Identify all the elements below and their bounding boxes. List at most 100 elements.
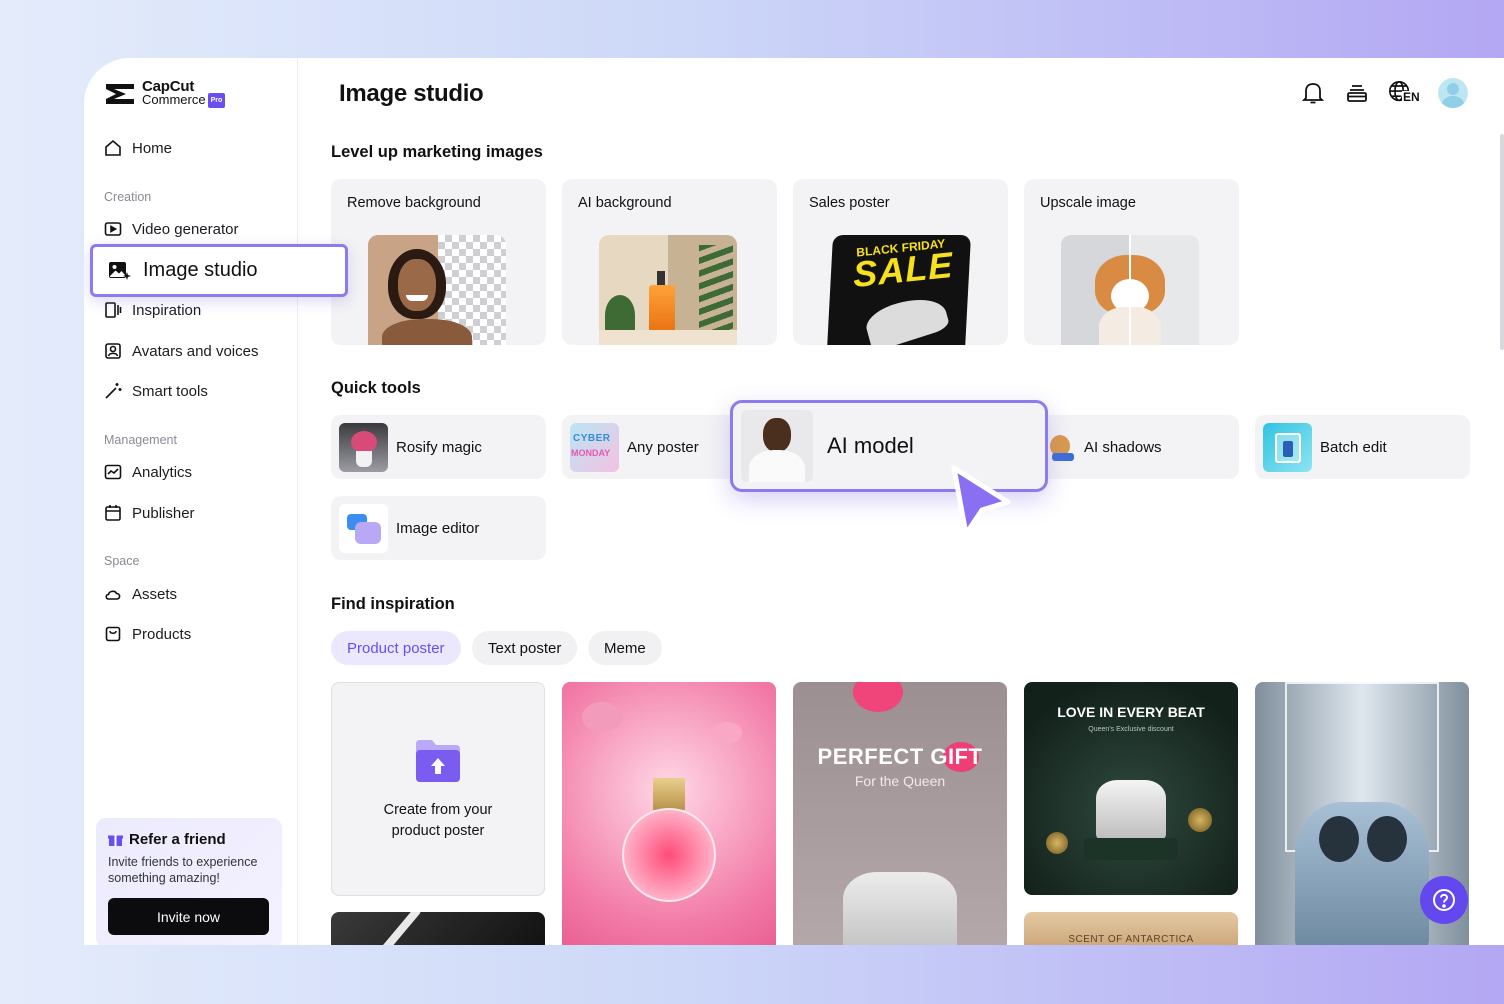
rose-petal-1: [853, 682, 903, 712]
cloud-icon: [105, 590, 121, 600]
bottle-shape: [1283, 440, 1293, 457]
sidebar-item-label: Avatars and voices: [132, 342, 259, 360]
card-label: AI background: [578, 195, 672, 211]
sidebar-item-label: Products: [132, 625, 192, 643]
calendar-icon: [105, 505, 121, 521]
upscale-image-card[interactable]: Upscale image: [1024, 179, 1239, 345]
capcut-logo-icon: [106, 84, 134, 104]
tool-label: Any poster: [627, 438, 699, 456]
quick-tools-title: Quick tools: [331, 379, 421, 397]
sidebar-item-home[interactable]: Home: [104, 139, 172, 157]
tool-label: AI model: [827, 433, 914, 458]
notification-bell-icon[interactable]: [1300, 80, 1326, 106]
language-selector[interactable]: EN: [1388, 80, 1421, 106]
card-label: Remove background: [347, 195, 481, 211]
compare-divider: [1129, 235, 1131, 345]
header-actions: EN: [1300, 78, 1468, 108]
gift-title: PERFECT GIFT: [817, 744, 983, 769]
sidebar-item-label: Inspiration: [132, 301, 202, 319]
inspiration-card-scent[interactable]: SCENT OF ANTARCTICA: [1024, 912, 1238, 945]
sidebar-item-label: Publisher: [132, 504, 195, 522]
light-streak: [369, 912, 421, 945]
page-title: Image studio: [339, 80, 484, 107]
sidebar-item-label: Video generator: [132, 220, 239, 238]
love-title: LOVE IN EVERY BEAT: [1057, 704, 1205, 720]
model-tshirt: [749, 450, 805, 482]
rosify-thumb: [339, 422, 388, 472]
sidebar-item-label: Home: [132, 139, 173, 157]
sneaker-shape: [862, 289, 951, 345]
petal-2: [712, 722, 742, 744]
analytics-icon: [104, 464, 122, 480]
sidebar-item-assets[interactable]: Assets: [104, 585, 177, 603]
tab-meme[interactable]: Meme: [588, 631, 662, 665]
layers-stack-icon[interactable]: [1344, 80, 1370, 106]
petal-1: [582, 702, 622, 732]
perfume-cap: [657, 271, 665, 285]
invite-now-button[interactable]: Invite now: [108, 898, 269, 935]
rose-shape: [351, 430, 377, 453]
ai-background-card[interactable]: AI background: [562, 179, 777, 345]
display-pedestal: [1084, 838, 1178, 860]
sidebar-item-video-generator[interactable]: Video generator: [104, 220, 238, 238]
app-window: CapCut Commerce Pro Home Creation Video g…: [84, 58, 1504, 945]
gift-icon: [108, 835, 123, 846]
plant-left: [605, 295, 635, 335]
earbuds-case: [1295, 802, 1429, 945]
ai-shadows-thumb: [1046, 422, 1076, 472]
airpods-case: [843, 872, 957, 945]
perfume-globe: [622, 808, 716, 902]
sidebar-item-publisher[interactable]: Publisher: [104, 504, 195, 522]
upload-folder-icon: [416, 740, 460, 782]
bottle-cap: [653, 778, 685, 810]
inspiration-card-perfume[interactable]: [562, 682, 776, 945]
help-button[interactable]: [1420, 876, 1468, 924]
smile-shape: [406, 295, 428, 301]
user-avatar[interactable]: [1438, 78, 1468, 108]
vase-shape: [356, 450, 372, 467]
scrollbar[interactable]: [1500, 134, 1504, 350]
card-label: Sales poster: [809, 195, 890, 211]
refer-title: Refer a friend: [108, 831, 270, 848]
ai-background-preview: [599, 235, 737, 345]
model-face: [763, 418, 791, 452]
inspiration-card-dark[interactable]: [331, 912, 545, 945]
ornament-left: [1046, 832, 1068, 854]
tool-label: Rosify magic: [396, 438, 482, 456]
sidebar-item-label: Smart tools: [132, 382, 208, 400]
remove-background-card[interactable]: Remove background: [331, 179, 546, 345]
find-inspiration-title: Find inspiration: [331, 595, 455, 613]
sales-poster-preview: BLACK FRIDAY SALE: [826, 235, 972, 345]
tab-product-poster[interactable]: Product poster: [331, 631, 461, 665]
sidebar-item-products[interactable]: Products: [104, 625, 191, 643]
sidebar-item-image-studio[interactable]: Image studio: [90, 244, 348, 297]
create-from-product-card[interactable]: Create from your product poster: [331, 682, 545, 896]
language-code: EN: [1402, 90, 1421, 104]
upscale-preview: [1061, 235, 1199, 345]
sidebar-item-smart-tools[interactable]: Smart tools: [104, 382, 208, 400]
tool-label: AI shadows: [1084, 438, 1162, 456]
sidebar-item-analytics[interactable]: Analytics: [104, 463, 192, 481]
rosify-magic-tool[interactable]: Rosify magic: [331, 415, 546, 479]
any-poster-thumb: CYBER MONDAY: [570, 422, 619, 472]
sales-poster-card[interactable]: Sales poster BLACK FRIDAY SALE: [793, 179, 1008, 345]
earbud-left: [1319, 816, 1359, 862]
sidebar-item-avatars[interactable]: Avatars and voices: [104, 342, 258, 360]
batch-edit-tool[interactable]: Batch edit: [1255, 415, 1470, 479]
sidebar-item-inspiration[interactable]: Inspiration: [104, 301, 201, 319]
image-studio-icon: [109, 261, 131, 280]
sidebar: CapCut Commerce Pro Home Creation Video g…: [84, 58, 298, 945]
marketing-section-title: Level up marketing images: [331, 143, 543, 161]
inspiration-card-gift[interactable]: PERFECT GIFT For the Queen: [793, 682, 1007, 945]
home-icon: [105, 139, 121, 156]
image-editor-tool[interactable]: Image editor: [331, 496, 546, 560]
tab-text-poster[interactable]: Text poster: [472, 631, 578, 665]
batch-edit-thumb: [1263, 422, 1312, 472]
image-editor-thumb: [339, 503, 388, 553]
inspiration-card-love[interactable]: LOVE IN EVERY BEAT Queen's Exclusive dis…: [1024, 682, 1238, 895]
ai-shadows-tool[interactable]: AI shadows: [1024, 415, 1239, 479]
help-question-icon: [1433, 889, 1455, 911]
tool-label: Image editor: [396, 519, 480, 537]
capcut-commerce-logo[interactable]: CapCut Commerce Pro: [104, 79, 226, 108]
earbud-right: [1367, 816, 1407, 862]
